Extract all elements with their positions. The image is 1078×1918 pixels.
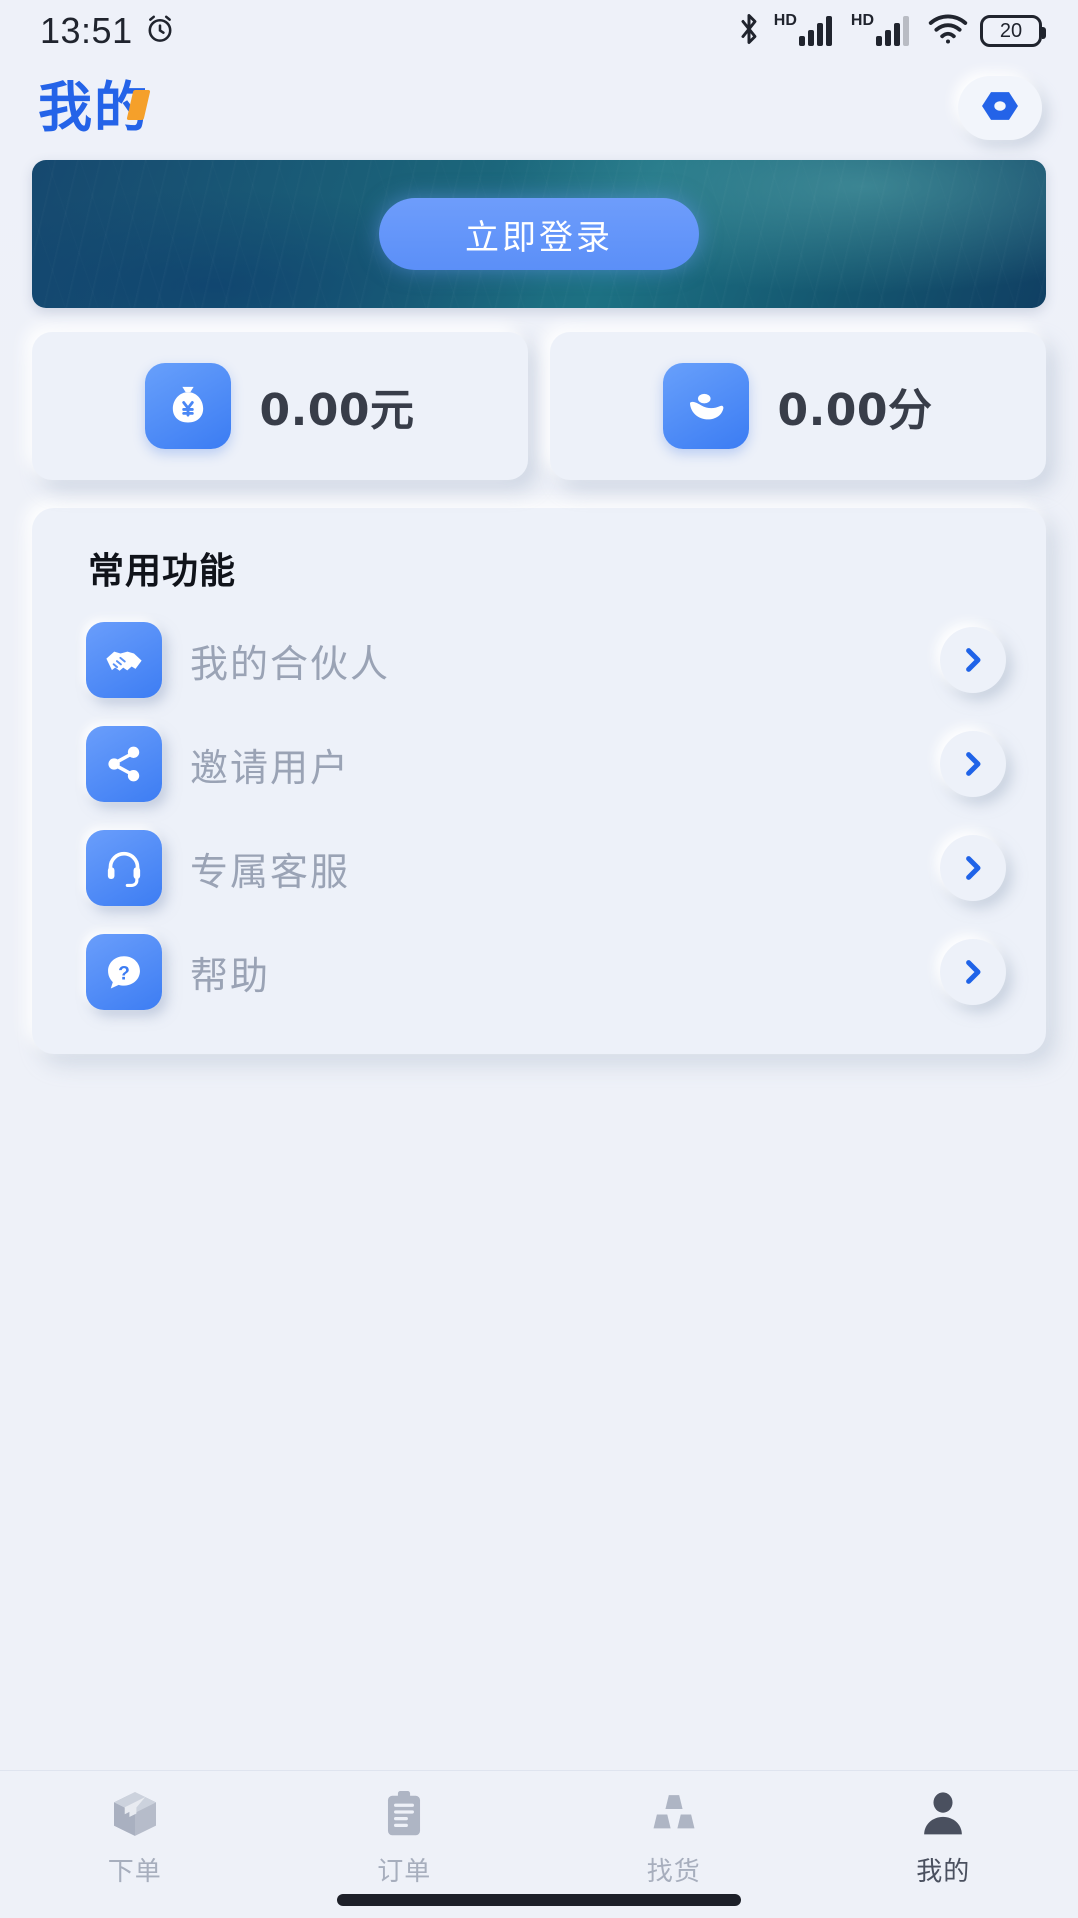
tab-label: 下单 [108, 1851, 162, 1888]
functions-panel-title: 常用功能 [88, 542, 1012, 594]
home-indicator [337, 1894, 741, 1906]
tab-order[interactable]: 下单 [0, 1785, 270, 1894]
clipboard-icon [378, 1785, 430, 1843]
tab-find-goods[interactable]: 找货 [539, 1785, 809, 1894]
page-header: 我的 [0, 62, 1078, 154]
balance-row: 0.00元 0.00分 [32, 332, 1046, 480]
tab-orders-list[interactable]: 订单 [270, 1785, 540, 1894]
chevron-right-icon[interactable] [940, 731, 1006, 797]
money-bag-yuan-icon [145, 363, 231, 449]
battery-indicator: 20 [980, 15, 1042, 47]
status-bar-right: HD HD [736, 11, 1042, 52]
menu-item-label: 专属客服 [190, 841, 912, 896]
menu-item-label: 帮助 [190, 945, 912, 1000]
signal-bars-icon [799, 12, 839, 51]
status-bar-left: 13:51 [40, 10, 177, 52]
question-bubble-icon: ? [86, 934, 162, 1010]
person-icon [917, 1785, 969, 1843]
tab-mine[interactable]: 我的 [809, 1785, 1078, 1894]
balance-card-points[interactable]: 0.00分 [550, 332, 1046, 480]
hd-label-2: HD [851, 13, 874, 29]
balance-value-money: 0.00元 [259, 374, 414, 438]
hexagon-settings-icon [978, 84, 1022, 133]
signal-group-2: HD [851, 12, 916, 51]
tab-label: 我的 [916, 1851, 970, 1888]
login-banner: 立即登录 [32, 160, 1046, 308]
login-button[interactable]: 立即登录 [379, 198, 699, 270]
page-content: 立即登录 0.00元 [0, 154, 1078, 1770]
functions-panel: 常用功能 我的合伙人 [32, 508, 1046, 1054]
handshake-icon [86, 622, 162, 698]
menu-item-support[interactable]: 专属客服 [62, 816, 1012, 920]
balance-value-points: 0.00分 [777, 374, 932, 438]
menu-item-label: 我的合伙人 [190, 633, 912, 688]
chevron-right-icon[interactable] [940, 835, 1006, 901]
signal-group-1: HD [774, 12, 839, 51]
balance-card-money[interactable]: 0.00元 [32, 332, 528, 480]
signal-bars-icon [876, 12, 916, 51]
settings-button[interactable] [958, 76, 1042, 140]
share-nodes-icon [86, 726, 162, 802]
status-time: 13:51 [40, 10, 133, 52]
alarm-icon [143, 12, 177, 51]
menu-item-label: 邀请用户 [190, 737, 912, 792]
svg-text:?: ? [118, 964, 130, 985]
gold-bars-icon [647, 1785, 701, 1843]
menu-item-partner[interactable]: 我的合伙人 [62, 608, 1012, 712]
battery-level: 20 [1000, 21, 1022, 41]
menu-item-invite[interactable]: 邀请用户 [62, 712, 1012, 816]
status-bar: 13:51 HD [0, 0, 1078, 62]
app-screen: 13:51 HD [0, 0, 1078, 1918]
menu-item-help[interactable]: ? 帮助 [62, 920, 1012, 1024]
box-icon [107, 1785, 163, 1843]
tab-label: 订单 [377, 1851, 431, 1888]
chevron-right-icon[interactable] [940, 939, 1006, 1005]
page-title: 我的 [38, 81, 150, 135]
hd-label-1: HD [774, 13, 797, 29]
bluetooth-icon [736, 11, 762, 52]
bottom-navigation: 下单 订单 [0, 1770, 1078, 1918]
chevron-right-icon[interactable] [940, 627, 1006, 693]
tab-label: 找货 [647, 1851, 701, 1888]
tab-list: 下单 订单 [0, 1785, 1078, 1894]
points-hand-icon [663, 363, 749, 449]
wifi-icon [928, 13, 968, 50]
headset-support-icon [86, 830, 162, 906]
